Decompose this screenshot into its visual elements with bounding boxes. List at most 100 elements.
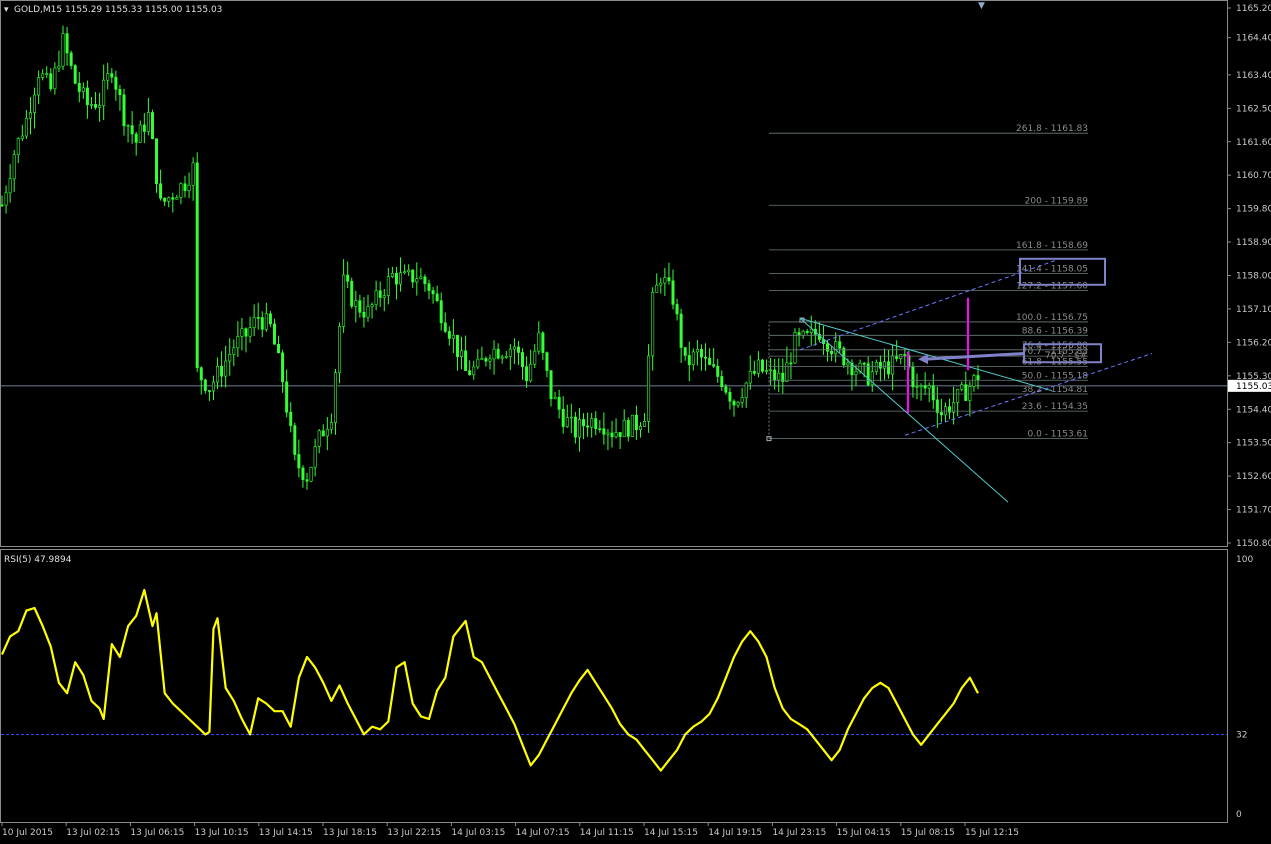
- candle-body: [203, 379, 207, 391]
- candle-body: [740, 397, 744, 403]
- candle-body: [736, 401, 740, 406]
- candle-body: [931, 385, 935, 401]
- candle-body: [716, 365, 720, 377]
- candle-body: [561, 409, 565, 427]
- candle-body: [187, 184, 191, 191]
- price-tick-label: 1164.40: [1236, 34, 1271, 44]
- candle-body: [634, 414, 638, 430]
- candle-body: [492, 348, 496, 360]
- candle-body: [195, 162, 199, 368]
- candle-body: [142, 124, 146, 132]
- candle-body: [874, 361, 878, 373]
- candle-body: [12, 154, 16, 180]
- candle-body: [37, 77, 41, 96]
- candle-body: [728, 391, 732, 402]
- candle-body: [667, 277, 671, 282]
- candle-body: [468, 370, 472, 376]
- chart-header: GOLD,M15 1155.29 1155.33 1155.00 1155.03: [14, 5, 222, 15]
- candle-body: [281, 352, 285, 383]
- trendline-lower[interactable]: [799, 317, 1009, 503]
- candle-body: [179, 183, 183, 198]
- candle-body: [122, 94, 126, 127]
- candle-body: [708, 358, 712, 365]
- candle-body: [183, 183, 187, 191]
- candles: [0, 25, 980, 490]
- candle-body: [146, 112, 150, 132]
- candle-body: [321, 430, 325, 437]
- candle-body: [769, 369, 773, 372]
- candle-body: [41, 73, 45, 78]
- candle-body: [655, 284, 659, 293]
- candle-body: [443, 322, 447, 332]
- symbol-menu-icon[interactable]: ▾: [4, 5, 9, 15]
- candle-body: [626, 419, 630, 437]
- candle-body: [65, 33, 69, 54]
- candle-body: [732, 400, 736, 406]
- candle-body: [45, 73, 49, 75]
- candle-body: [110, 73, 114, 78]
- candle-body: [53, 67, 57, 90]
- candle-body: [362, 311, 366, 318]
- time-tick-label: 13 Jul 10:15: [195, 828, 249, 838]
- candle-body: [313, 446, 317, 468]
- candle-body: [602, 428, 606, 435]
- drawing-objects[interactable]: 0.0 - 1153.6123.6 - 1154.3538.2 - 1154.8…: [766, 124, 1153, 503]
- fib-level-label: 50.0 - 1155.18: [1022, 371, 1088, 381]
- candle-body: [569, 416, 573, 419]
- rsi-header: RSI(5) 47.9894: [4, 555, 72, 565]
- chart-window[interactable]: 0.0 - 1153.6123.6 - 1154.3538.2 - 1154.8…: [0, 0, 1271, 844]
- price-tick-label: 1157.10: [1236, 305, 1271, 315]
- candle-body: [622, 419, 626, 437]
- candle-body: [118, 89, 122, 96]
- candle-body: [972, 375, 976, 387]
- candle-body: [431, 290, 435, 295]
- candle-body: [903, 354, 907, 356]
- candle-body: [756, 359, 760, 374]
- price-tick-label: 1165.20: [1236, 4, 1271, 14]
- candle-body: [614, 432, 618, 438]
- candle-body: [73, 65, 77, 84]
- rsi-tick-label: 0: [1236, 810, 1242, 820]
- candle-body: [98, 105, 102, 108]
- label-box-text: 70.7 - $#: [1045, 351, 1087, 361]
- candle-body: [0, 204, 4, 207]
- candle-body: [500, 356, 504, 359]
- candle-body: [106, 73, 110, 81]
- candle-body: [887, 361, 891, 375]
- time-tick-label: 14 Jul 19:15: [708, 828, 762, 838]
- candle-body: [102, 79, 106, 106]
- candle-body: [16, 138, 20, 156]
- candle-body: [927, 385, 931, 389]
- candle-body: [285, 381, 289, 413]
- time-tick-label: 13 Jul 06:15: [130, 828, 184, 838]
- candle-body: [923, 385, 927, 389]
- price-tick-label: 1150.80: [1236, 539, 1271, 549]
- price-tick-label: 1160.70: [1236, 171, 1271, 181]
- candle-body: [960, 384, 964, 390]
- candle-body: [207, 390, 211, 392]
- fib-level-label: 127.2 - 1157.60: [1016, 281, 1088, 291]
- candle-body: [809, 328, 813, 333]
- candle-body: [748, 371, 752, 384]
- price-tick-label: 1163.40: [1236, 71, 1271, 81]
- fib-level-label: 161.8 - 1158.69: [1016, 241, 1088, 251]
- rsi-line: [0, 588, 979, 772]
- time-tick-label: 15 Jul 12:15: [965, 828, 1019, 838]
- shift-marker-icon[interactable]: ▼: [978, 1, 985, 11]
- candle-body: [549, 370, 553, 400]
- candle-body: [224, 360, 228, 377]
- candle-body: [289, 411, 293, 426]
- price-tick-label: 1153.50: [1236, 439, 1271, 449]
- time-tick-label: 13 Jul 22:15: [387, 828, 441, 838]
- candle-body: [8, 178, 12, 194]
- price-tick-label: 1158.90: [1236, 238, 1271, 248]
- candle-body: [333, 372, 337, 423]
- candle-body: [411, 269, 415, 283]
- candle-body: [394, 272, 398, 285]
- candle-body: [358, 300, 362, 313]
- candle-body: [4, 192, 8, 206]
- candle-body: [325, 428, 329, 437]
- candle-body: [150, 112, 154, 140]
- candle-body: [155, 138, 159, 185]
- candle-body: [460, 350, 464, 357]
